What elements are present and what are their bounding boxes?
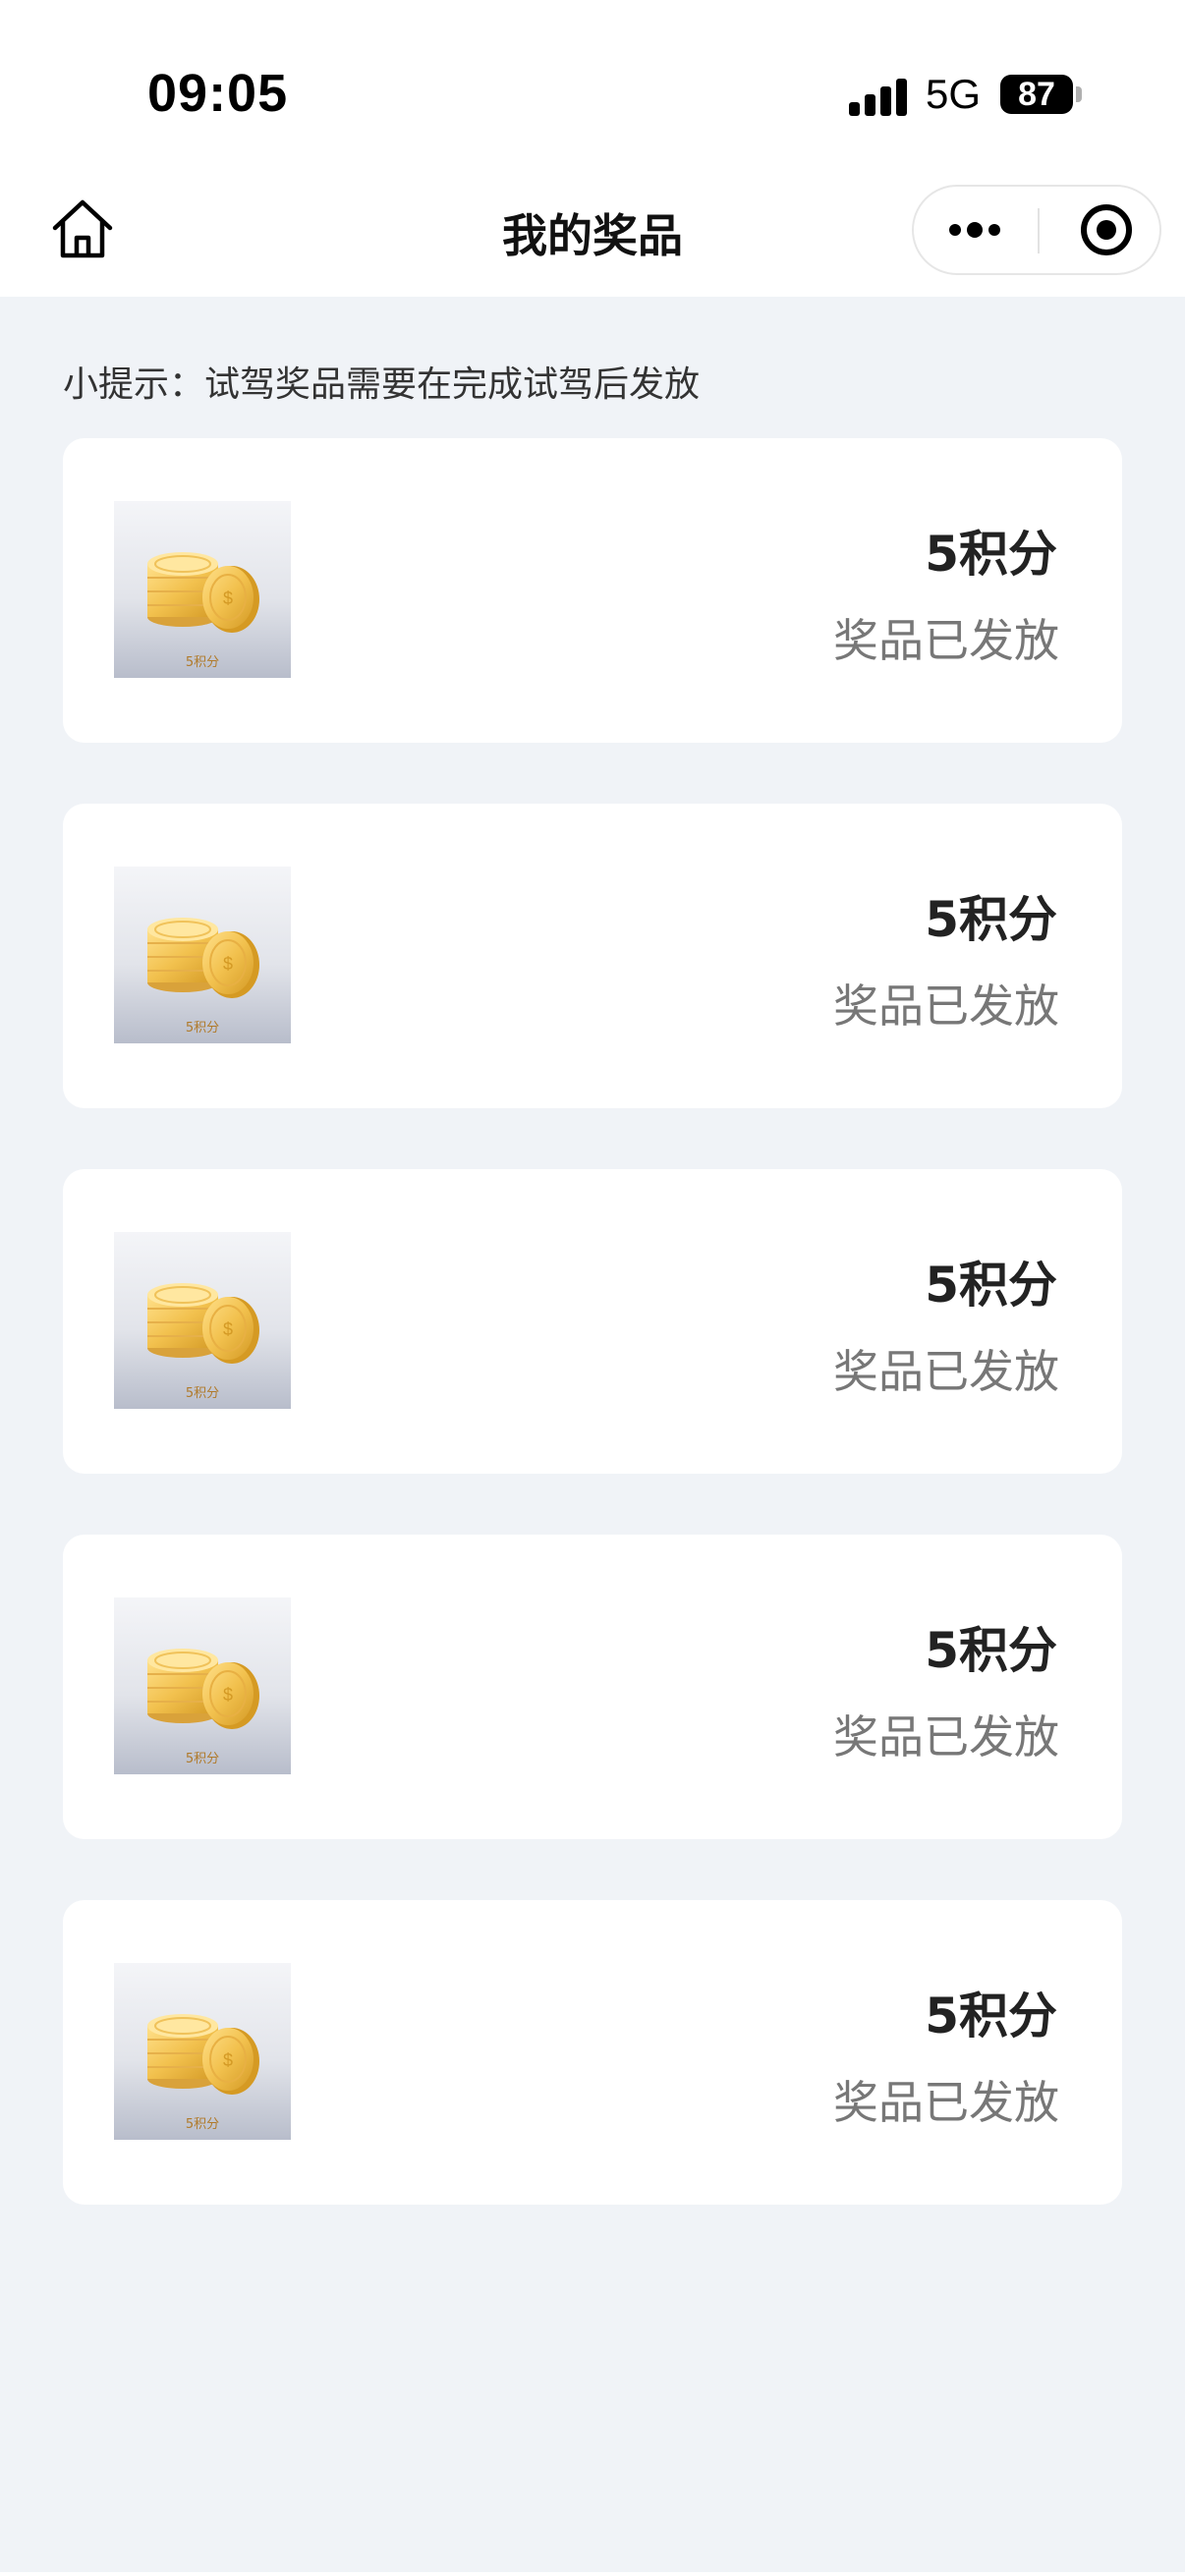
prize-card[interactable]: $ 5积分 5积分 奖品已发放 [63,804,1122,1108]
header-area: 09:05 5G 87 我的奖品 [0,0,1185,297]
target-close-icon[interactable] [1081,204,1132,255]
prize-thumbnail: $ 5积分 [114,1232,291,1409]
tip-text: 小提示：试驾奖品需要在完成试驾后发放 [63,364,701,405]
thumbnail-caption: 5积分 [185,1021,220,1036]
bottom-edge [0,2572,1185,2576]
prize-name: 5积分 [925,1257,1057,1314]
prize-status: 奖品已发放 [833,1710,1059,1764]
status-time: 09:05 [147,64,289,123]
prize-thumbnail: $ 5积分 [114,501,291,678]
prize-status: 奖品已发放 [833,980,1059,1033]
signal-icon [849,77,908,116]
prize-card[interactable]: $ 5积分 5积分 奖品已发放 [63,1169,1122,1474]
svg-text:$: $ [223,1685,233,1705]
prize-name: 5积分 [925,1622,1057,1679]
svg-text:$: $ [223,954,233,974]
prize-thumbnail: $ 5积分 [114,1597,291,1774]
svg-text:$: $ [223,588,233,608]
thumbnail-caption: 5积分 [185,2117,220,2132]
prize-name: 5积分 [925,526,1057,583]
battery-icon: 87 [1000,75,1073,114]
capsule-divider [1038,208,1040,253]
battery-cap [1076,86,1082,102]
prize-name: 5积分 [925,1988,1057,2044]
prize-card[interactable]: $ 5积分 5积分 奖品已发放 [63,1900,1122,2205]
prize-name: 5积分 [925,891,1057,948]
prize-thumbnail: $ 5积分 [114,867,291,1043]
prize-status: 奖品已发放 [833,614,1059,667]
svg-text:$: $ [223,1319,233,1339]
thumbnail-caption: 5积分 [185,1386,220,1401]
prize-status: 奖品已发放 [833,1345,1059,1398]
mini-program-capsule [912,185,1161,275]
more-button[interactable] [914,187,1038,273]
prize-status: 奖品已发放 [833,2076,1059,2129]
prize-card[interactable]: $ 5积分 5积分 奖品已发放 [63,438,1122,743]
prize-thumbnail: $ 5积分 [114,1963,291,2140]
thumbnail-caption: 5积分 [185,655,220,670]
svg-text:$: $ [223,2050,233,2070]
prize-card[interactable]: $ 5积分 5积分 奖品已发放 [63,1535,1122,1839]
thumbnail-caption: 5积分 [185,1752,220,1766]
network-type: 5G [926,71,982,117]
